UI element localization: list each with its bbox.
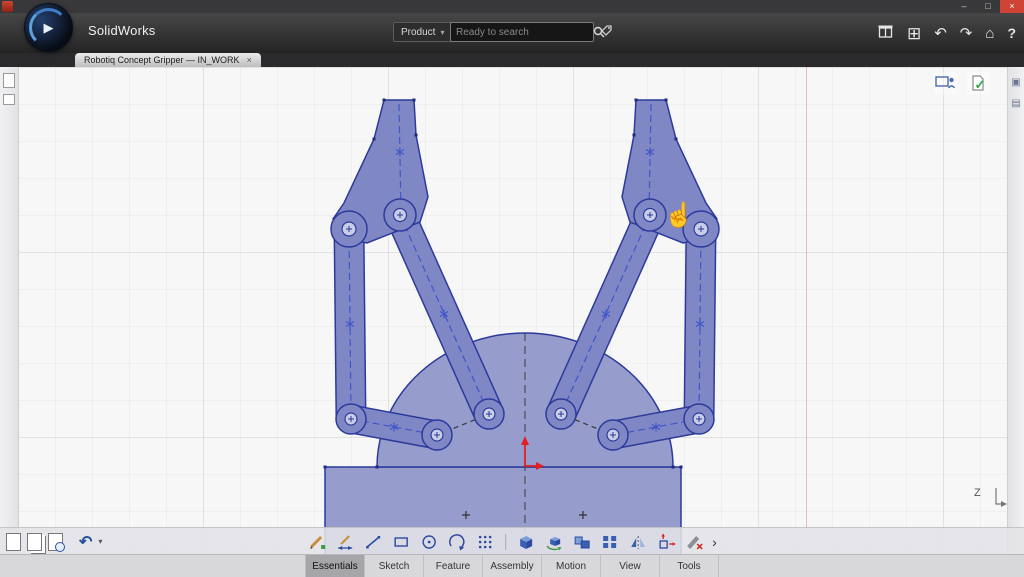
tab-sketch[interactable]: Sketch xyxy=(365,555,424,577)
panel-help-icon[interactable]: ▤ xyxy=(1008,98,1024,109)
sketch-toolbar: › xyxy=(305,528,719,555)
3ds-compass-logo[interactable]: ▶ xyxy=(24,3,73,52)
tab-view[interactable]: View xyxy=(601,555,660,577)
tag-icon[interactable] xyxy=(600,24,613,42)
action-bar: ↶ ▾ xyxy=(0,527,1024,555)
app-name: SolidWorks xyxy=(88,23,156,38)
save-copies-icon[interactable] xyxy=(27,533,42,551)
line-icon[interactable] xyxy=(361,531,385,553)
gripper-sketch: ☝ xyxy=(0,0,1024,577)
side-tab-icon-tree[interactable] xyxy=(3,73,15,88)
app-badge-icon xyxy=(2,1,13,12)
tab-close-icon[interactable]: × xyxy=(247,55,252,65)
joint-left-bottom-inner[interactable] xyxy=(474,399,504,429)
toolbar-more-chevron[interactable]: › xyxy=(710,534,719,550)
triad-z-label: Z xyxy=(974,487,981,499)
dimension-icon[interactable] xyxy=(333,531,357,553)
redo-icon[interactable]: ↷ xyxy=(960,26,973,41)
point-pattern-icon[interactable] xyxy=(473,531,497,553)
search-input[interactable] xyxy=(451,27,593,38)
joint-left-top-outer[interactable] xyxy=(331,211,367,247)
revolve-icon[interactable] xyxy=(542,531,566,553)
bodies-icon[interactable] xyxy=(570,531,594,553)
joint-left-bottom-outer[interactable] xyxy=(336,404,366,434)
undo-button[interactable]: ↶ xyxy=(79,532,92,552)
document-tabstrip: Robotiq Concept Gripper — IN_WORK × xyxy=(0,53,1024,67)
minimize-button[interactable]: – xyxy=(952,0,976,13)
joint-left-top-inner[interactable] xyxy=(384,199,416,231)
solidworks-app-window: ☝ ✓ Z ▣ ▤ ↶ ▾ xyxy=(0,0,1024,577)
collaboration-icon[interactable] xyxy=(933,72,957,94)
right-panel-strip[interactable]: ▣ ▤ xyxy=(1007,67,1024,577)
joint-right-bottom-inner[interactable] xyxy=(546,399,576,429)
document-tab[interactable]: Robotiq Concept Gripper — IN_WORK × xyxy=(75,53,261,67)
add-content-icon[interactable]: ⊞ xyxy=(907,25,921,42)
tab-tools[interactable]: Tools xyxy=(660,555,719,577)
toolbar-separator xyxy=(505,534,506,550)
green-check-icon: ✓ xyxy=(975,77,986,93)
tab-feature[interactable]: Feature xyxy=(424,555,483,577)
joint-right-crank[interactable] xyxy=(598,420,628,450)
joint-right-bottom-outer[interactable] xyxy=(684,404,714,434)
circle-icon[interactable] xyxy=(417,531,441,553)
arc-icon[interactable] xyxy=(445,531,469,553)
play-icon: ▶ xyxy=(25,4,72,51)
joint-left-crank[interactable] xyxy=(422,420,452,450)
validate-sketch-icon[interactable]: ✓ xyxy=(966,72,990,94)
window-controls: – □ × xyxy=(952,0,1024,13)
panel-views-icon[interactable]: ▣ xyxy=(1008,77,1024,88)
document-tab-label: Robotiq Concept Gripper — IN_WORK xyxy=(84,55,240,65)
gift-icon[interactable] xyxy=(877,22,894,44)
undo-dropdown-caret[interactable]: ▾ xyxy=(98,537,102,546)
app-header: SolidWorks Product ▾ ⊞ ↶ ↷ ⌂ ? xyxy=(0,13,1024,53)
pattern-icon[interactable] xyxy=(598,531,622,553)
maximize-button[interactable]: □ xyxy=(976,0,1000,13)
close-button[interactable]: × xyxy=(1000,0,1024,13)
help-icon[interactable]: ? xyxy=(1007,26,1016,40)
clock-icon xyxy=(55,542,65,552)
sketch-icon[interactable] xyxy=(305,531,329,553)
left-panel-strip[interactable] xyxy=(0,67,19,577)
side-tab-icon-layers[interactable] xyxy=(3,94,15,105)
mirror-icon[interactable] xyxy=(626,531,650,553)
history-icon[interactable] xyxy=(48,533,63,551)
trim-tool-icon[interactable] xyxy=(682,531,706,553)
window-titlebar: – □ × xyxy=(0,0,1024,13)
search-box[interactable] xyxy=(450,22,594,42)
quick-actions: ↶ ▾ xyxy=(6,528,102,555)
tab-motion[interactable]: Motion xyxy=(542,555,601,577)
tab-assembly[interactable]: Assembly xyxy=(483,555,542,577)
cursor-hand-icon: ☝ xyxy=(664,200,694,229)
header-icons: ⊞ ↶ ↷ ⌂ ? xyxy=(877,20,1016,46)
move-icon[interactable] xyxy=(654,531,678,553)
rectangle-icon[interactable] xyxy=(389,531,413,553)
product-dropdown[interactable]: Product ▾ xyxy=(393,22,452,42)
extrude-icon[interactable] xyxy=(514,531,538,553)
chevron-down-icon: ▾ xyxy=(440,28,444,37)
orientation-triad: Z xyxy=(972,484,1008,519)
ribbon-tabs: Essentials Sketch Feature Assembly Motio… xyxy=(0,554,1024,577)
product-label: Product xyxy=(401,27,435,38)
canvas-topright-tools: ✓ xyxy=(933,72,990,94)
tab-essentials[interactable]: Essentials xyxy=(305,555,365,577)
undo-icon[interactable]: ↶ xyxy=(934,26,947,41)
joint-right-top-inner[interactable] xyxy=(634,199,666,231)
new-document-icon[interactable] xyxy=(6,533,21,551)
home-icon[interactable]: ⌂ xyxy=(985,26,994,41)
